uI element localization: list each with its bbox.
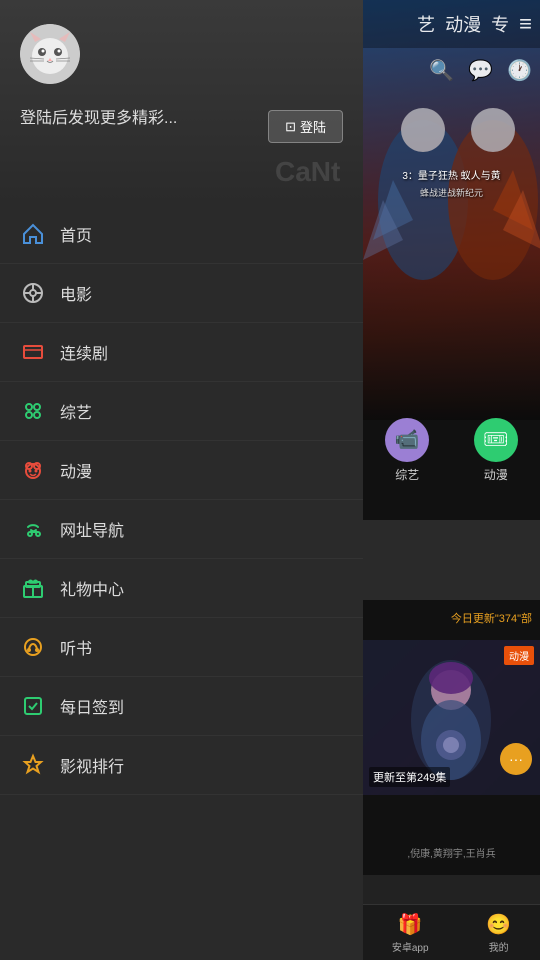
avatar[interactable] xyxy=(20,24,80,84)
weburl-icon xyxy=(20,516,46,542)
tab-art[interactable]: 艺 xyxy=(417,11,435,37)
anime-menu-label: 动漫 xyxy=(60,458,92,482)
second-card-placeholder xyxy=(363,875,540,905)
anime-icon-circle: 🎟 xyxy=(474,418,518,462)
audio-icon xyxy=(20,634,46,660)
second-nav: 🔍 💬 🕐 xyxy=(363,48,540,92)
message-icon[interactable]: 💬 xyxy=(468,58,493,83)
gift-label: 礼物中心 xyxy=(60,576,124,600)
category-icon-row: 📹 综艺 🎟 动漫 xyxy=(363,410,540,490)
menu-item-home[interactable]: 首页 xyxy=(0,205,363,264)
menu-item-gift[interactable]: 礼物中心 xyxy=(0,559,363,618)
menu-item-variety[interactable]: 综艺 xyxy=(0,382,363,441)
icon-item-anime[interactable]: 🎟 动漫 xyxy=(474,418,518,483)
placeholder-block xyxy=(363,520,540,600)
tab-special[interactable]: 专 xyxy=(491,11,509,37)
variety-menu-label: 综艺 xyxy=(60,399,92,423)
drawer-header: 登陆后发现更多精彩... ⊡ 登陆 xyxy=(0,0,363,205)
menu-item-checkin[interactable]: 每日签到 xyxy=(0,677,363,736)
cast-info: ,倪康,黄翔宇,王肖兵 xyxy=(363,845,540,860)
gift-icon xyxy=(20,575,46,601)
login-button[interactable]: ⊡ 登陆 xyxy=(268,110,343,143)
anime-chat-bubble[interactable]: ··· xyxy=(500,743,532,775)
series-label: 连续剧 xyxy=(60,340,108,364)
avatar-image xyxy=(20,24,80,84)
audio-label: 听书 xyxy=(60,635,92,659)
menu-item-anime[interactable]: 动漫 xyxy=(0,441,363,500)
bottom-nav-bar: 🎁 安卓app 😊 我的 xyxy=(363,904,540,960)
menu-item-movie[interactable]: 电影 xyxy=(0,264,363,323)
bottom-nav-mine[interactable]: 😊 我的 xyxy=(486,912,511,954)
top-nav: 艺 动漫 专 ≡ xyxy=(363,0,540,48)
login-icon: ⊡ xyxy=(285,119,296,135)
variety-icon xyxy=(20,398,46,424)
menu-item-weburl[interactable]: 网址导航 xyxy=(0,500,363,559)
search-icon[interactable]: 🔍 xyxy=(429,58,454,83)
drawer-menu: 首页 电影 连续剧 xyxy=(0,205,363,795)
checkin-label: 每日签到 xyxy=(60,694,124,718)
login-label: 登陆 xyxy=(300,117,326,136)
mine-icon: 😊 xyxy=(486,912,511,937)
movie-icon xyxy=(20,280,46,306)
bottom-nav-app[interactable]: 🎁 安卓app xyxy=(392,912,429,954)
movie-title: 3：量子狂热 蚁人与黄 蜂战进战新纪元 xyxy=(363,170,540,200)
today-update-text: 今日更新"374"部 xyxy=(363,610,540,626)
movie-label: 电影 xyxy=(60,281,92,305)
drawer: 登陆后发现更多精彩... ⊡ 登陆 首页 xyxy=(0,0,363,960)
variety-label: 综艺 xyxy=(395,466,419,483)
rank-icon xyxy=(20,752,46,778)
icon-item-variety[interactable]: 📹 综艺 xyxy=(385,418,429,483)
app-label: 安卓app xyxy=(392,939,429,954)
rank-label: 影视排行 xyxy=(60,753,124,777)
home-icon xyxy=(20,221,46,247)
variety-icon-circle: 📹 xyxy=(385,418,429,462)
tab-anime[interactable]: 动漫 xyxy=(445,11,481,37)
series-icon xyxy=(20,339,46,365)
anime-icon xyxy=(20,457,46,483)
menu-icon[interactable]: ≡ xyxy=(519,11,532,37)
menu-item-series[interactable]: 连续剧 xyxy=(0,323,363,382)
anime-card[interactable]: 动漫 更新至第249集 ··· xyxy=(363,640,540,795)
weburl-label: 网址导航 xyxy=(60,517,124,541)
menu-item-audio[interactable]: 听书 xyxy=(0,618,363,677)
anime-update-text: 更新至第249集 xyxy=(369,767,450,787)
mine-label: 我的 xyxy=(489,939,509,954)
anime-label: 动漫 xyxy=(484,466,508,483)
app-icon: 🎁 xyxy=(398,912,423,937)
home-label: 首页 xyxy=(60,222,92,246)
history-icon[interactable]: 🕐 xyxy=(507,58,532,83)
anime-badge: 动漫 xyxy=(504,646,534,665)
avatar-row xyxy=(20,24,343,84)
menu-item-rank[interactable]: 影视排行 xyxy=(0,736,363,795)
checkin-icon xyxy=(20,693,46,719)
